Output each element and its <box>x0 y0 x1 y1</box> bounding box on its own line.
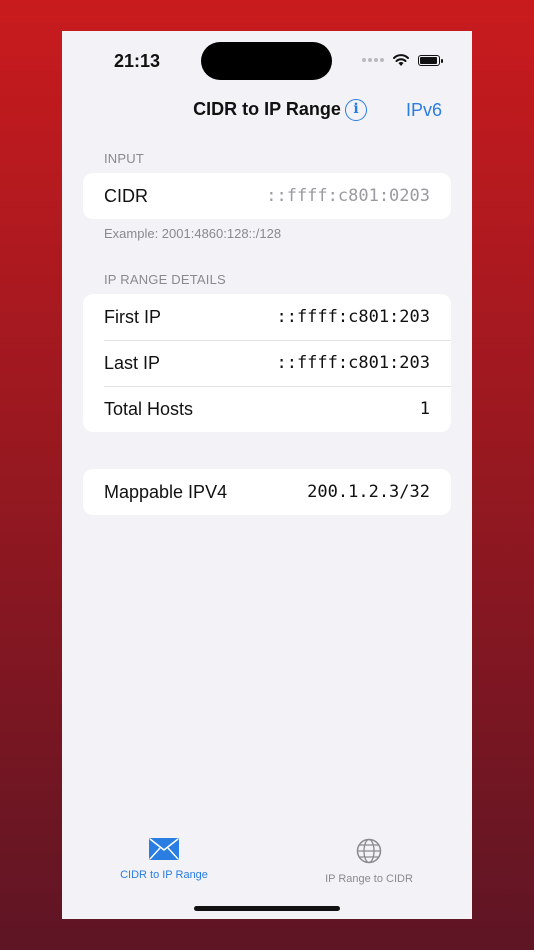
total-hosts-value: 1 <box>419 399 430 419</box>
app-screen: 21:13 CIDR to IP Range i IPv6 INPUT CIDR… <box>62 31 472 919</box>
total-hosts-row: Total Hosts 1 <box>83 386 451 432</box>
info-icon[interactable]: i <box>345 99 367 121</box>
first-ip-row: First IP ::ffff:c801:203 <box>83 294 451 340</box>
ip-version-button[interactable]: IPv6 <box>406 100 442 121</box>
cidr-label: CIDR <box>104 185 148 206</box>
mappable-card: Mappable IPV4 200.1.2.3/32 <box>83 469 451 515</box>
last-ip-label: Last IP <box>104 352 161 373</box>
globe-icon <box>356 838 382 864</box>
total-hosts-label: Total Hosts <box>104 398 194 419</box>
details-section-header: IP RANGE DETAILS <box>104 272 226 287</box>
cidr-input[interactable]: ::ffff:c801:0203 <box>266 186 430 206</box>
mappable-ipv4-value: 200.1.2.3/32 <box>307 482 430 502</box>
dynamic-island <box>201 42 332 80</box>
cidr-row[interactable]: CIDR ::ffff:c801:0203 <box>83 173 451 219</box>
last-ip-value: ::ffff:c801:203 <box>276 353 430 373</box>
last-ip-row: Last IP ::ffff:c801:203 <box>83 340 451 386</box>
input-section-header: INPUT <box>104 151 144 166</box>
tab-ip-range-to-cidr[interactable]: IP Range to CIDR <box>304 838 434 885</box>
input-card: CIDR ::ffff:c801:0203 <box>83 173 451 219</box>
tab-label: CIDR to IP Range <box>120 869 208 881</box>
mappable-ipv4-label: Mappable IPV4 <box>104 481 228 502</box>
wifi-icon <box>393 54 409 66</box>
cidr-example: Example: 2001:4860:128::/128 <box>104 226 282 241</box>
first-ip-value: ::ffff:c801:203 <box>276 307 430 327</box>
first-ip-label: First IP <box>104 306 161 327</box>
status-time: 21:13 <box>114 51 161 71</box>
tab-label: IP Range to CIDR <box>325 873 413 885</box>
home-indicator[interactable] <box>194 906 340 911</box>
cellular-signal-icon <box>362 58 384 62</box>
envelope-icon <box>149 838 179 860</box>
mappable-ipv4-row: Mappable IPV4 200.1.2.3/32 <box>83 469 451 515</box>
battery-icon <box>418 54 443 66</box>
status-icons <box>362 53 443 67</box>
tab-cidr-to-ip-range[interactable]: CIDR to IP Range <box>99 838 229 881</box>
details-card: First IP ::ffff:c801:203 Last IP ::ffff:… <box>83 294 451 432</box>
